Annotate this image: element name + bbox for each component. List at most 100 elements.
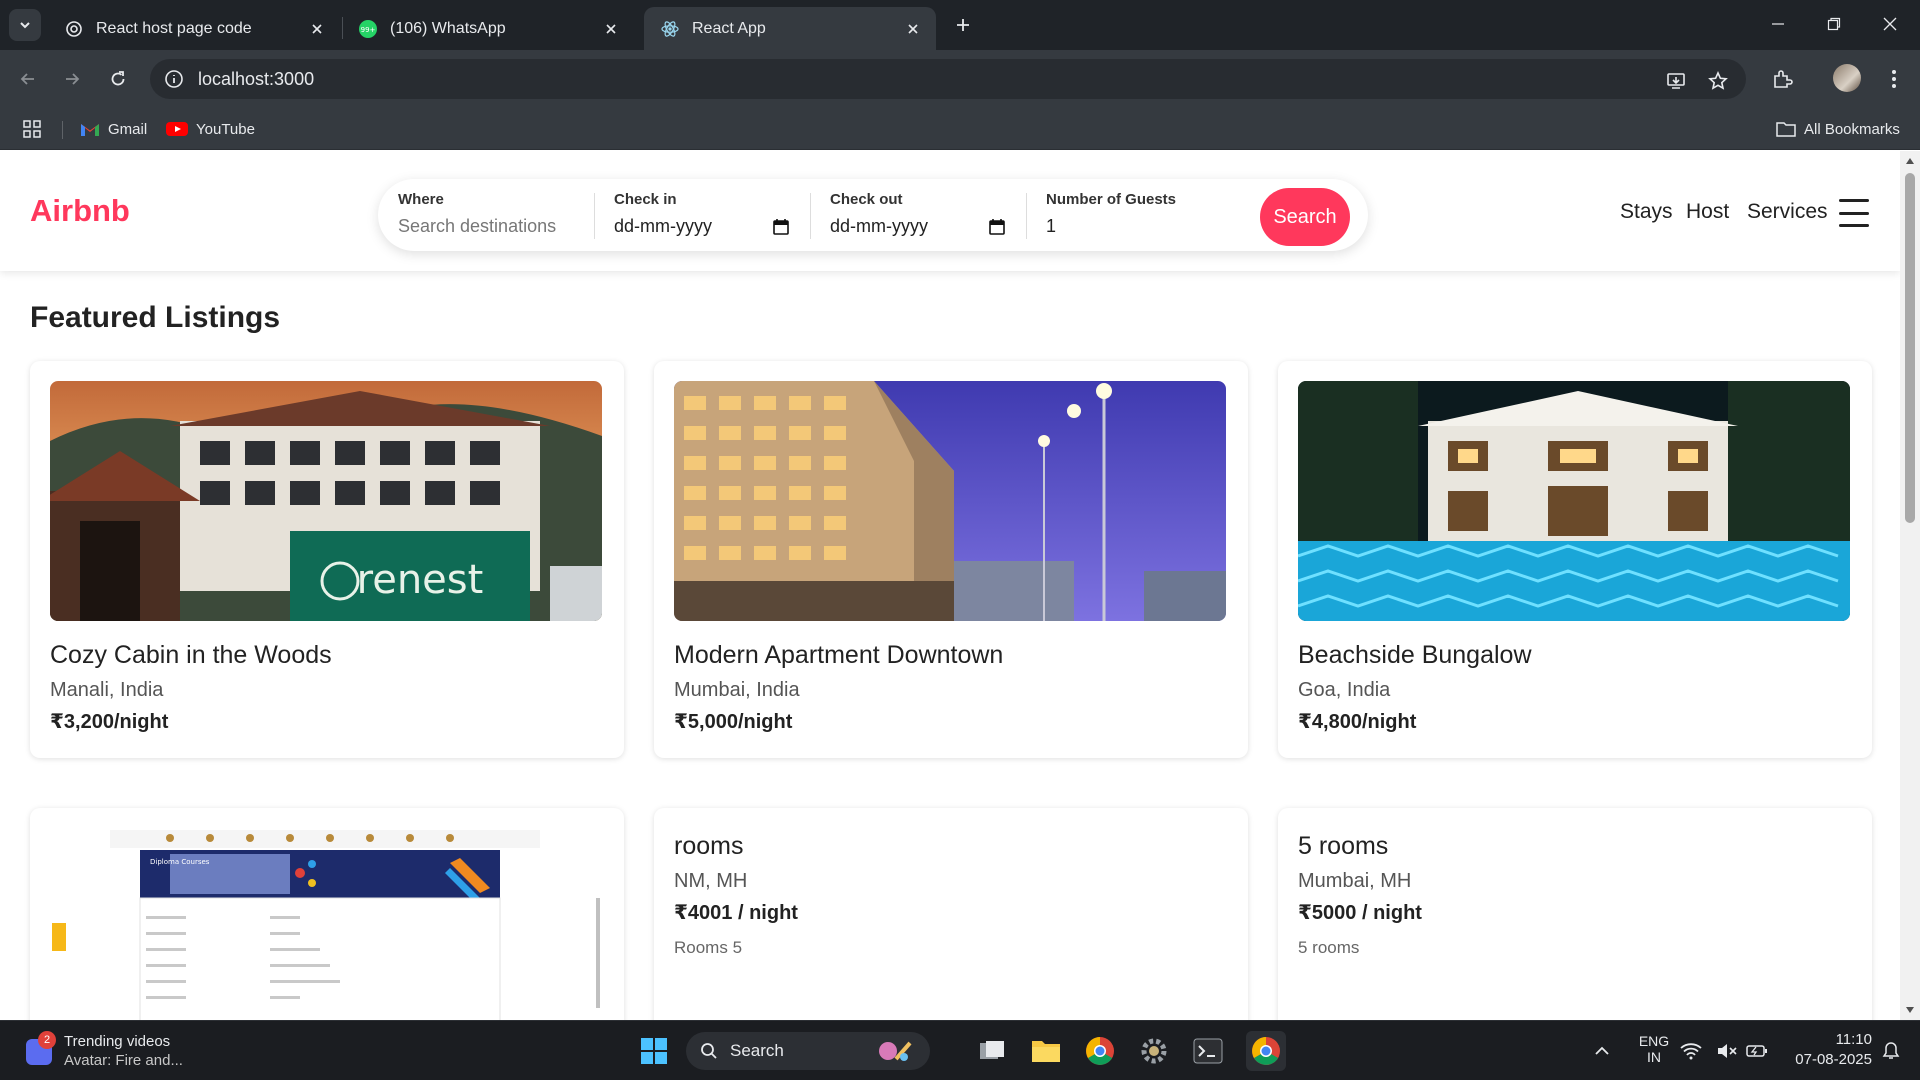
file-explorer-icon[interactable] <box>1026 1031 1066 1071</box>
bookmark-gmail[interactable]: Gmail <box>80 116 147 142</box>
field-divider <box>810 193 811 239</box>
tab-whatsapp[interactable]: 99+ (106) WhatsApp <box>342 7 634 50</box>
where-input[interactable]: Search destinations <box>398 216 578 237</box>
nav-host[interactable]: Host <box>1686 200 1729 224</box>
address-bar[interactable]: localhost:3000 <box>150 59 1746 99</box>
listing-title[interactable]: Cozy Cabin in the Woods <box>50 641 332 670</box>
listing-image-bungalow <box>1298 381 1850 621</box>
tab-react-host-page-code[interactable]: React host page code <box>48 7 340 50</box>
scroll-down-icon[interactable] <box>1904 1004 1916 1016</box>
where-field[interactable]: Where Search destinations <box>398 191 578 241</box>
clock[interactable]: 11:10 07-08-2025 <box>1784 1031 1872 1068</box>
close-window-button[interactable] <box>1862 0 1918 48</box>
calendar-icon[interactable] <box>988 218 1006 236</box>
lang-bottom: IN <box>1647 1049 1661 1065</box>
logo[interactable]: Airbnb <box>30 193 130 229</box>
guests-field[interactable]: Number of Guests 1 <box>1046 191 1246 241</box>
listing-price: ₹5,000/night <box>674 711 793 733</box>
notifications-icon[interactable] <box>1876 1031 1906 1071</box>
language-indicator[interactable]: ENG IN <box>1634 1033 1674 1065</box>
listing-image-apartment <box>674 381 1226 621</box>
checkin-value: dd-mm-yyyy <box>614 216 712 236</box>
bookmark-star-icon[interactable] <box>1704 67 1732 95</box>
listing-card[interactable]: Diploma Courses <box>30 808 624 1020</box>
install-app-icon[interactable] <box>1662 67 1690 95</box>
close-tab-icon[interactable] <box>904 20 922 38</box>
gmail-icon <box>80 121 100 137</box>
widgets-badge: 2 <box>38 1031 56 1049</box>
close-tab-icon[interactable] <box>602 20 620 38</box>
field-divider <box>594 193 595 239</box>
tab-search-button[interactable] <box>9 9 41 41</box>
checkout-field[interactable]: Check out dd-mm-yyyy <box>830 191 1006 241</box>
listing-card[interactable]: renest Cozy Cabin in the Woods Manali, I… <box>30 361 624 758</box>
hamburger-menu-icon[interactable] <box>1839 199 1869 227</box>
minimize-icon <box>1772 23 1784 25</box>
clock-time: 11:10 <box>1835 1031 1872 1048</box>
listing-card[interactable]: Beachside Bungalow Goa, India ₹4,800/nig… <box>1278 361 1872 758</box>
search-icon <box>701 1043 717 1059</box>
new-tab-button[interactable] <box>950 12 976 38</box>
minimize-button[interactable] <box>1750 0 1806 48</box>
taskbar-search[interactable]: Search <box>686 1032 930 1070</box>
chevron-down-icon <box>20 22 30 29</box>
guests-input[interactable]: 1 <box>1046 216 1246 237</box>
bookmark-separator <box>62 121 63 139</box>
reload-icon <box>111 71 125 86</box>
terminal-icon[interactable] <box>1188 1031 1228 1071</box>
checkin-input[interactable]: dd-mm-yyyy <box>614 216 790 237</box>
listing-title[interactable]: rooms <box>674 832 743 861</box>
wifi-icon[interactable] <box>1676 1031 1706 1071</box>
close-tab-icon[interactable] <box>308 20 326 38</box>
tab-react-app[interactable]: React App <box>644 7 936 50</box>
restore-button[interactable] <box>1806 0 1862 48</box>
volume-muted-icon[interactable] <box>1712 1031 1742 1071</box>
url-text: localhost:3000 <box>198 68 315 89</box>
checkin-field[interactable]: Check in dd-mm-yyyy <box>614 191 790 241</box>
nav-stays[interactable]: Stays <box>1620 200 1673 224</box>
listing-title[interactable]: 5 rooms <box>1298 832 1388 861</box>
react-icon <box>660 19 680 39</box>
forward-button[interactable] <box>58 65 86 93</box>
search-button[interactable]: Search <box>1260 188 1350 246</box>
chevron-up-icon[interactable] <box>1582 1031 1622 1071</box>
extensions-icon[interactable] <box>1768 65 1796 93</box>
listing-price: ₹4001 / night <box>674 902 798 924</box>
profile-avatar[interactable] <box>1833 64 1861 92</box>
tab-title: React App <box>692 19 766 37</box>
listing-title[interactable]: Modern Apartment Downtown <box>674 641 1003 670</box>
widgets-button[interactable]: 2 Trending videos Avatar: Fire and... <box>20 1031 220 1071</box>
task-view-icon[interactable] <box>972 1031 1012 1071</box>
scroll-up-icon[interactable] <box>1904 155 1916 167</box>
start-button[interactable] <box>634 1031 674 1071</box>
listing-location: Goa, India <box>1298 679 1391 701</box>
close-icon <box>1883 17 1897 31</box>
bookmark-youtube[interactable]: YouTube <box>166 116 255 142</box>
listing-card[interactable]: Modern Apartment Downtown Mumbai, India … <box>654 361 1248 758</box>
page-scrollbar[interactable] <box>1900 151 1920 1020</box>
listing-image-cabin: renest <box>50 381 602 621</box>
reload-button[interactable] <box>104 65 132 93</box>
chrome-active-icon[interactable] <box>1246 1031 1286 1071</box>
checkout-input[interactable]: dd-mm-yyyy <box>830 216 1006 237</box>
site-info-icon[interactable] <box>164 69 184 89</box>
all-bookmarks-label: All Bookmarks <box>1804 120 1900 138</box>
chrome-icon[interactable] <box>1080 1031 1120 1071</box>
tab-title: React host page code <box>96 19 252 37</box>
battery-icon[interactable] <box>1742 1031 1772 1071</box>
scrollbar-thumb[interactable] <box>1905 173 1915 523</box>
settings-gear-icon[interactable] <box>1134 1031 1174 1071</box>
listing-card[interactable]: 5 rooms Mumbai, MH ₹5000 / night 5 rooms <box>1278 808 1872 1020</box>
search-highlight-icon <box>879 1041 912 1061</box>
listing-location: Mumbai, India <box>674 679 800 701</box>
calendar-icon[interactable] <box>772 218 790 236</box>
section-title: Featured Listings <box>30 301 281 334</box>
nav-services[interactable]: Services <box>1747 200 1828 224</box>
more-menu-icon[interactable] <box>1880 65 1908 93</box>
all-bookmarks-button[interactable]: All Bookmarks <box>1776 116 1900 142</box>
listing-title[interactable]: Beachside Bungalow <box>1298 641 1532 670</box>
listing-card[interactable]: rooms NM, MH ₹4001 / night Rooms 5 <box>654 808 1248 1020</box>
back-button[interactable] <box>14 65 42 93</box>
apps-grid-icon[interactable] <box>22 116 42 142</box>
arrow-left-icon <box>20 73 34 85</box>
